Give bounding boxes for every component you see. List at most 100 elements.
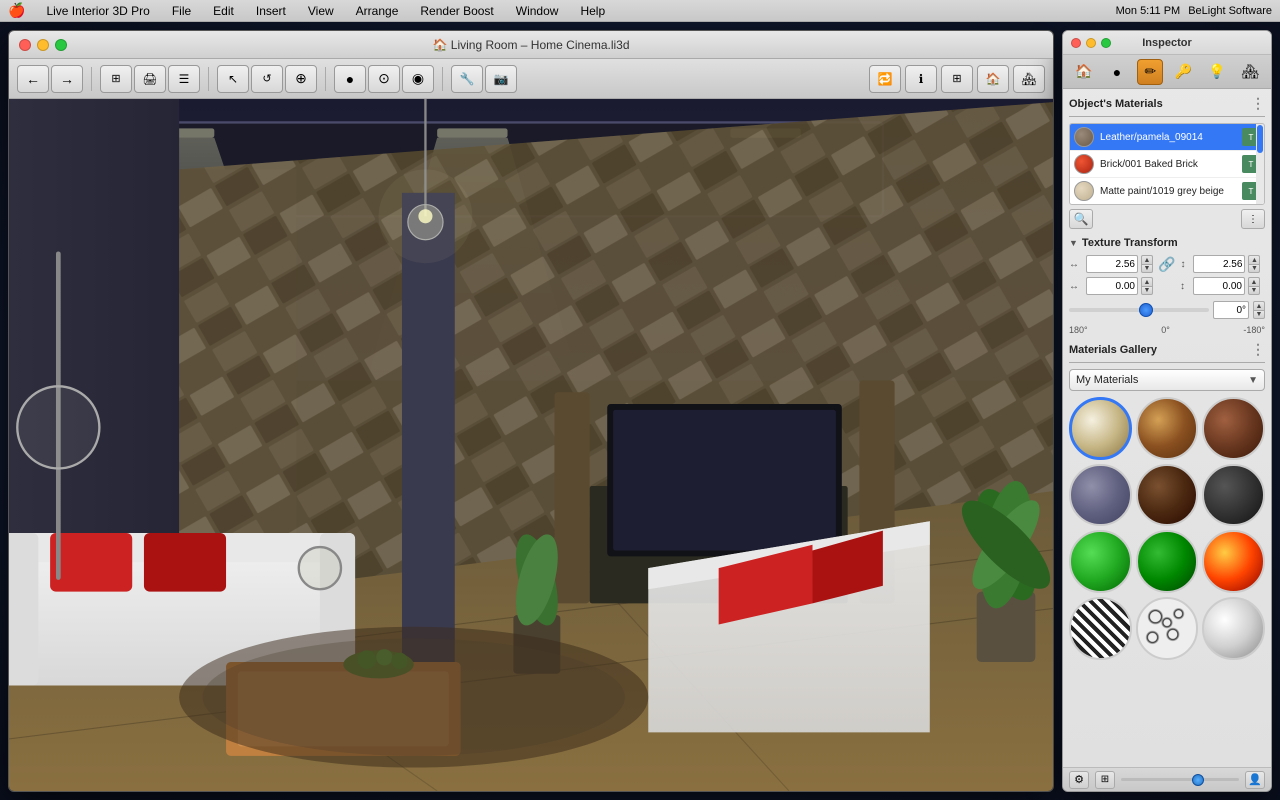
gallery-grid-button[interactable]: ⊞ xyxy=(1095,771,1115,789)
tab-light[interactable]: 💡 xyxy=(1204,59,1230,85)
gallery-item-green[interactable] xyxy=(1069,530,1132,593)
window-close-button[interactable] xyxy=(19,39,31,51)
gallery-item-zebra[interactable] xyxy=(1069,597,1132,660)
inspector-close-button[interactable] xyxy=(1071,38,1081,48)
tab-sphere[interactable]: ● xyxy=(1104,59,1130,85)
list-button[interactable]: ☰ xyxy=(168,65,200,93)
offset-y-step-down[interactable]: ▼ xyxy=(1248,286,1260,295)
tab-home2[interactable]: 🏘 xyxy=(1237,59,1263,85)
app-menu[interactable]: Live Interior 3D Pro xyxy=(41,2,154,20)
mode-btn-1[interactable]: ● xyxy=(334,65,366,93)
window-menu[interactable]: Window xyxy=(511,2,564,20)
gallery-settings-button[interactable]: ⚙ xyxy=(1069,771,1089,789)
offset-x-label: ↔ xyxy=(1069,281,1083,292)
offset-y-stepper[interactable]: ▲ ▼ xyxy=(1248,277,1260,295)
rotation-step-up[interactable]: ▲ xyxy=(1253,301,1265,310)
insert-menu[interactable]: Insert xyxy=(251,2,291,20)
window-titlebar: 🏠 Living Room – Home Cinema.li3d xyxy=(9,31,1053,59)
view-menu[interactable]: View xyxy=(303,2,339,20)
eyedropper-tool[interactable]: 🔍 xyxy=(1069,209,1093,229)
rotation-step-down[interactable]: ▼ xyxy=(1253,310,1265,319)
info-button[interactable]: ℹ xyxy=(905,65,937,93)
offset-y-input[interactable] xyxy=(1193,277,1245,295)
height-step-down[interactable]: ▼ xyxy=(1248,264,1260,273)
width-row: ↔ ▲ ▼ 🔗 ↕ ▲ ▼ xyxy=(1069,255,1265,273)
back-button[interactable]: ← xyxy=(17,65,49,93)
mode-btn-3[interactable]: ◉ xyxy=(402,65,434,93)
offset-y-step-up[interactable]: ▲ xyxy=(1248,277,1260,286)
layout-btn-1[interactable]: ⊞ xyxy=(941,65,973,93)
camera-button[interactable]: 📷 xyxy=(485,65,517,93)
link-proportional-icon[interactable]: 🔗 xyxy=(1158,256,1175,273)
layout-btn-2[interactable]: 🏠 xyxy=(977,65,1009,93)
inspector-minimize-button[interactable] xyxy=(1086,38,1096,48)
wrench-button[interactable]: 🔧 xyxy=(451,65,483,93)
gallery-options-icon[interactable]: ⋮ xyxy=(1251,341,1265,358)
gallery-item-green-dark[interactable] xyxy=(1136,530,1199,593)
offset-x-step-up[interactable]: ▲ xyxy=(1141,277,1153,286)
gallery-dropdown[interactable]: My Materials ▼ xyxy=(1069,369,1265,391)
rotation-stepper[interactable]: ▲ ▼ xyxy=(1253,301,1265,319)
gallery-person-button[interactable]: 👤 xyxy=(1245,771,1265,789)
width-step-up[interactable]: ▲ xyxy=(1141,255,1153,264)
width-input[interactable] xyxy=(1086,255,1138,273)
apple-menu-icon[interactable]: 🍎 xyxy=(8,2,25,19)
inspector-maximize-button[interactable] xyxy=(1101,38,1111,48)
mode-btn-2[interactable]: ⊙ xyxy=(368,65,400,93)
materials-list: Leather/pamela_09014 T Brick/001 Baked B… xyxy=(1069,123,1265,205)
gallery-slider-container[interactable] xyxy=(1121,773,1239,787)
gallery-slider-thumb[interactable] xyxy=(1192,774,1204,786)
gallery-item-cream[interactable] xyxy=(1069,397,1132,460)
tab-house[interactable]: 🏠 xyxy=(1071,59,1097,85)
height-stepper[interactable]: ▲ ▼ xyxy=(1248,255,1260,273)
2d-view-button[interactable]: ⊞ xyxy=(100,65,132,93)
rotation-value-input[interactable] xyxy=(1213,301,1249,319)
materials-options-icon[interactable]: ⋮ xyxy=(1251,95,1265,112)
width-step-down[interactable]: ▼ xyxy=(1141,264,1153,273)
gallery-item-dark[interactable] xyxy=(1202,464,1265,527)
height-input[interactable] xyxy=(1193,255,1245,273)
edit-menu[interactable]: Edit xyxy=(208,2,239,20)
rotate-tool[interactable]: ↺ xyxy=(251,65,283,93)
options-button[interactable]: ⋮ xyxy=(1241,209,1265,229)
gallery-item-wood-light[interactable] xyxy=(1136,397,1199,460)
material-item-brick[interactable]: Brick/001 Baked Brick T xyxy=(1070,151,1264,178)
help-menu[interactable]: Help xyxy=(575,2,610,20)
viewport[interactable]: ||| xyxy=(9,99,1053,791)
app-window: 🏠 Living Room – Home Cinema.li3d ← → ⊞ 🖨… xyxy=(8,30,1054,792)
materials-scrollbar[interactable] xyxy=(1256,124,1264,204)
company-name: BeLight Software xyxy=(1188,5,1272,17)
window-controls xyxy=(19,39,67,51)
gallery-item-stone[interactable] xyxy=(1069,464,1132,527)
arrange-menu[interactable]: Arrange xyxy=(351,2,404,20)
material-item-matte[interactable]: Matte paint/1019 grey beige T xyxy=(1070,178,1264,204)
render-menu[interactable]: Render Boost xyxy=(415,2,498,20)
offset-x-input[interactable] xyxy=(1086,277,1138,295)
texture-transform-header[interactable]: ▼ Texture Transform xyxy=(1069,237,1265,249)
offset-x-step-down[interactable]: ▼ xyxy=(1141,286,1153,295)
material-item-leather[interactable]: Leather/pamela_09014 T xyxy=(1070,124,1264,151)
add-tool[interactable]: ⊕ xyxy=(285,65,317,93)
gallery-item-fire[interactable] xyxy=(1202,530,1265,593)
width-stepper[interactable]: ▲ ▼ xyxy=(1141,255,1153,273)
gallery-item-brown[interactable] xyxy=(1136,464,1199,527)
clock-display: Mon 5:11 PM xyxy=(1116,5,1181,17)
rotation-slider-thumb[interactable] xyxy=(1139,303,1153,317)
render-button[interactable]: 🔁 xyxy=(869,65,901,93)
window-maximize-button[interactable] xyxy=(55,39,67,51)
layout-btn-3[interactable]: 🏘 xyxy=(1013,65,1045,93)
forward-button[interactable]: → xyxy=(51,65,83,93)
rotation-slider-container[interactable] xyxy=(1069,301,1209,319)
window-minimize-button[interactable] xyxy=(37,39,49,51)
gallery-slider-track xyxy=(1121,778,1239,781)
height-step-up[interactable]: ▲ xyxy=(1248,255,1260,264)
gallery-item-silver[interactable] xyxy=(1202,597,1265,660)
print-button[interactable]: 🖨 xyxy=(134,65,166,93)
tab-key[interactable]: 🔑 xyxy=(1171,59,1197,85)
file-menu[interactable]: File xyxy=(167,2,196,20)
offset-x-stepper[interactable]: ▲ ▼ xyxy=(1141,277,1153,295)
gallery-item-wood-dark[interactable] xyxy=(1202,397,1265,460)
gallery-item-spots[interactable] xyxy=(1136,597,1199,660)
select-tool[interactable]: ↖ xyxy=(217,65,249,93)
tab-material[interactable]: ✏ xyxy=(1137,59,1163,85)
